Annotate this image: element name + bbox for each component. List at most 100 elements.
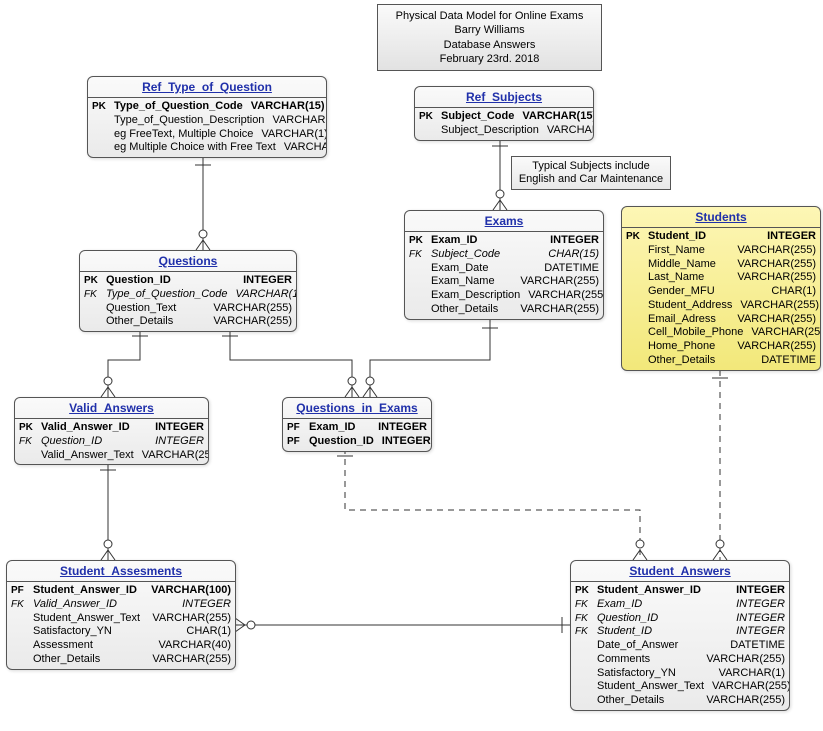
note-line: English and Car Maintenance xyxy=(518,173,664,186)
column-name: Assessment xyxy=(33,639,158,653)
column-type: DATETIME xyxy=(761,354,816,368)
entity-body: PKStudent_Answer_IDINTEGERFKExam_IDINTEG… xyxy=(571,582,789,710)
key-indicator: PF xyxy=(287,421,309,435)
column-row: FKExam_IDINTEGER xyxy=(575,598,785,612)
entity-questions: Questions PKQuestion_IDINTEGERFKType_of_… xyxy=(79,250,297,332)
column-name: Valid_Answer_ID xyxy=(33,598,182,612)
column-row: AssessmentVARCHAR(40) xyxy=(11,639,231,653)
entity-body: PKExam_IDINTEGERFKSubject_CodeCHAR(15)Ex… xyxy=(405,232,603,319)
column-type: INTEGER xyxy=(382,435,431,449)
column-name: Middle_Name xyxy=(648,258,737,272)
column-name: Gender_MFU xyxy=(648,285,771,299)
column-type: VARCHAR(255) xyxy=(751,326,821,340)
column-type: INTEGER xyxy=(378,421,427,435)
column-row: Home_PhoneVARCHAR(255) xyxy=(626,340,816,354)
entity-body: PKType_of_Question_CodeVARCHAR(15)Type_o… xyxy=(88,98,326,157)
column-row: FKQuestion_IDINTEGER xyxy=(19,435,204,449)
column-row: Last_NameVARCHAR(255) xyxy=(626,271,816,285)
diagram-title: Physical Data Model for Online Exams Bar… xyxy=(377,4,602,71)
entity-students: Students PKStudent_IDINTEGERFirst_NameVA… xyxy=(621,206,821,371)
entity-title: Questions xyxy=(80,251,296,272)
column-type: VARCHAR(15) xyxy=(236,288,298,302)
column-name: Type_of_Question_Description xyxy=(114,114,272,128)
key-indicator: PF xyxy=(11,584,33,598)
key-indicator: FK xyxy=(575,612,597,626)
column-row: PFQuestion_IDINTEGER xyxy=(287,435,427,449)
entity-title: Student_Assesments xyxy=(7,561,235,582)
column-row: Other_DetailsDATETIME xyxy=(626,354,816,368)
key-indicator: PK xyxy=(626,230,648,244)
column-row: PKValid_Answer_IDINTEGER xyxy=(19,421,204,435)
column-name: Exam_ID xyxy=(597,598,736,612)
column-name: Satisfactory_YN xyxy=(597,667,719,681)
column-row: PKType_of_Question_CodeVARCHAR(15) xyxy=(92,100,322,114)
column-name: Question_ID xyxy=(41,435,155,449)
column-row: CommentsVARCHAR(255) xyxy=(575,653,785,667)
column-type: INTEGER xyxy=(736,625,785,639)
key-indicator: FK xyxy=(409,248,431,262)
column-name: Exam_Description xyxy=(431,289,528,303)
column-type: VARCHAR(1) xyxy=(261,128,327,142)
column-name: Other_Details xyxy=(33,653,152,667)
column-type: VARCHAR(255) xyxy=(520,303,599,317)
column-type: INTEGER xyxy=(243,274,292,288)
key-indicator: PK xyxy=(419,110,441,124)
column-type: INTEGER xyxy=(736,598,785,612)
column-type: INTEGER xyxy=(155,435,204,449)
title-line: February 23rd. 2018 xyxy=(388,52,591,66)
column-name: Student_Answer_Text xyxy=(597,680,712,694)
column-name: Subject_Code xyxy=(431,248,548,262)
column-row: PFStudent_Answer_IDVARCHAR(100) xyxy=(11,584,231,598)
column-name: Student_Address xyxy=(648,299,740,313)
column-name: Comments xyxy=(597,653,706,667)
entity-title: Ref_Subjects xyxy=(415,87,593,108)
column-row: Other_DetailsVARCHAR(255) xyxy=(575,694,785,708)
column-type: VARCHAR(255) xyxy=(213,302,292,316)
entity-questions-in-exams: Questions_in_Exams PFExam_IDINTEGERPFQue… xyxy=(282,397,432,452)
column-name: Other_Details xyxy=(106,315,213,329)
column-name: Last_Name xyxy=(648,271,737,285)
column-name: Cell_Mobile_Phone xyxy=(648,326,751,340)
column-row: Subject_DescriptionVARCHAR(255) xyxy=(419,124,589,138)
entity-body: PKValid_Answer_IDINTEGERFKQuestion_IDINT… xyxy=(15,419,208,464)
column-name: Other_Details xyxy=(648,354,761,368)
column-row: Cell_Mobile_PhoneVARCHAR(255) xyxy=(626,326,816,340)
column-type: VARCHAR(255) xyxy=(737,244,816,258)
column-name: Student_Answer_ID xyxy=(33,584,151,598)
entity-body: PKSubject_CodeVARCHAR(15)Subject_Descrip… xyxy=(415,108,593,140)
key-indicator: PK xyxy=(92,100,114,114)
entity-title: Questions_in_Exams xyxy=(283,398,431,419)
subjects-note: Typical Subjects include English and Car… xyxy=(511,156,671,190)
key-indicator: FK xyxy=(19,435,41,449)
column-type: DATETIME xyxy=(730,639,785,653)
column-name: Question_ID xyxy=(597,612,736,626)
column-name: Satisfactory_YN xyxy=(33,625,186,639)
column-type: CHAR(15) xyxy=(548,248,599,262)
entity-body: PFExam_IDINTEGERPFQuestion_IDINTEGER xyxy=(283,419,431,451)
column-name: Type_of_Question_Code xyxy=(106,288,236,302)
entity-student-answers: Student_Answers PKStudent_Answer_IDINTEG… xyxy=(570,560,790,711)
column-row: Gender_MFUCHAR(1) xyxy=(626,285,816,299)
column-name: eg Multiple Choice with Free Text xyxy=(114,141,284,155)
column-type: VARCHAR(255) xyxy=(142,449,209,463)
column-type: VARCHAR(255) xyxy=(706,653,785,667)
column-type: CHAR(1) xyxy=(771,285,816,299)
column-name: eg FreeText, Multiple Choice xyxy=(114,128,261,142)
entity-body: PKQuestion_IDINTEGERFKType_of_Question_C… xyxy=(80,272,296,331)
column-type: INTEGER xyxy=(736,584,785,598)
column-row: Other_DetailsVARCHAR(255) xyxy=(84,315,292,329)
column-type: VARCHAR(255) xyxy=(272,114,327,128)
column-type: INTEGER xyxy=(767,230,816,244)
entity-student-assesments: Student_Assesments PFStudent_Answer_IDVA… xyxy=(6,560,236,670)
column-row: Satisfactory_YNVARCHAR(1) xyxy=(575,667,785,681)
column-type: VARCHAR(255) xyxy=(706,694,785,708)
column-type: CHAR(1) xyxy=(186,625,231,639)
column-name: Other_Details xyxy=(431,303,520,317)
entity-title: Student_Answers xyxy=(571,561,789,582)
column-row: Question_TextVARCHAR(255) xyxy=(84,302,292,316)
column-type: VARCHAR(1) xyxy=(284,141,327,155)
column-name: Exam_ID xyxy=(431,234,550,248)
column-type: VARCHAR(100) xyxy=(151,584,231,598)
column-row: eg FreeText, Multiple ChoiceVARCHAR(1) xyxy=(92,128,322,142)
column-row: Exam_NameVARCHAR(255) xyxy=(409,275,599,289)
